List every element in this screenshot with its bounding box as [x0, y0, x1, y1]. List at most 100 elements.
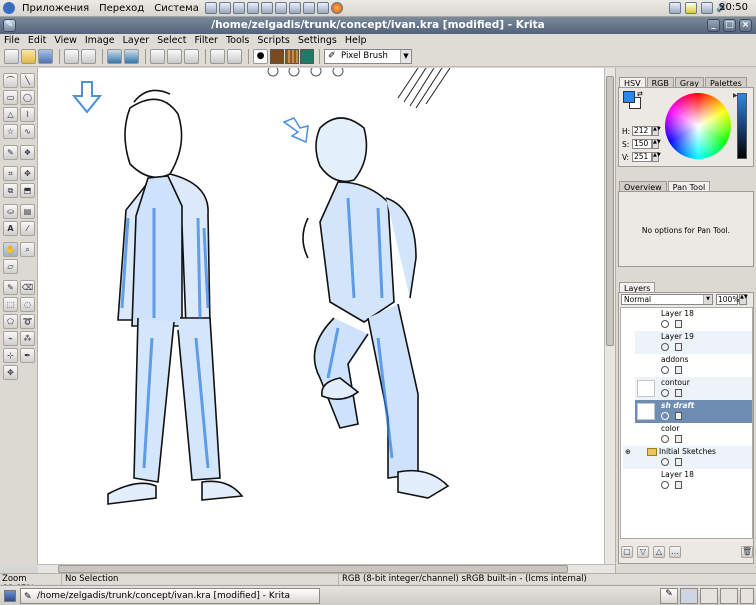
- h-input[interactable]: 212: [632, 126, 652, 136]
- select-polygon-tool-icon[interactable]: ⬠: [3, 314, 18, 329]
- open-document-icon[interactable]: [21, 49, 36, 64]
- brush-tool-icon[interactable]: ✎: [3, 145, 18, 160]
- opacity-stepper[interactable]: ▲▼: [739, 294, 748, 305]
- undo-icon[interactable]: [107, 49, 122, 64]
- select-similar-tool-icon[interactable]: ⁂: [20, 331, 35, 346]
- layer-lock-icon[interactable]: [675, 435, 682, 443]
- minimize-button[interactable]: _: [707, 19, 720, 32]
- color-picker-tool-icon[interactable]: ⁄: [20, 221, 35, 236]
- zoom-in-icon[interactable]: [210, 49, 225, 64]
- paste-icon[interactable]: [184, 49, 199, 64]
- move-layer-up-icon[interactable]: △: [653, 546, 665, 558]
- new-document-icon[interactable]: [4, 49, 19, 64]
- menu-settings[interactable]: Settings: [294, 35, 341, 46]
- delete-layer-icon[interactable]: 🗑: [741, 546, 753, 558]
- tray-mail-icon[interactable]: [701, 2, 713, 14]
- layer-lock-icon[interactable]: [675, 412, 682, 420]
- move-layer-down-icon[interactable]: ▽: [637, 546, 649, 558]
- print-preview-icon[interactable]: [81, 49, 96, 64]
- layer-lock-icon[interactable]: [675, 343, 682, 351]
- foreground-color-swatch[interactable]: [270, 49, 284, 64]
- menu-select[interactable]: Select: [153, 35, 190, 46]
- layer-visibility-icon[interactable]: [661, 343, 669, 351]
- layer-lock-icon[interactable]: [675, 389, 682, 397]
- value-slider-handle-icon[interactable]: ▶: [733, 92, 738, 99]
- menu-scripts[interactable]: Scripts: [253, 35, 294, 46]
- workspace-1[interactable]: [680, 588, 698, 604]
- cut-icon[interactable]: [150, 49, 165, 64]
- v-input[interactable]: 251: [632, 152, 652, 162]
- menu-file[interactable]: File: [0, 35, 24, 46]
- select-ellipse-tool-icon[interactable]: ◌: [20, 297, 35, 312]
- launcher-image-icon[interactable]: [232, 2, 245, 14]
- pan-tool-icon[interactable]: ✋: [3, 242, 18, 257]
- layer-visibility-icon[interactable]: [661, 435, 669, 443]
- select-eraser-tool-icon[interactable]: ⌫: [20, 280, 35, 295]
- menu-image[interactable]: Image: [81, 35, 119, 46]
- drawing-canvas[interactable]: [38, 68, 604, 564]
- measure-tool-icon[interactable]: ▱: [3, 259, 18, 274]
- layer-row[interactable]: Layer 19: [635, 331, 752, 354]
- workspace-3[interactable]: [720, 588, 738, 604]
- tray-network-icon[interactable]: [669, 2, 681, 14]
- layer-row[interactable]: color: [635, 423, 752, 446]
- taskbar-pager-icon[interactable]: ✎: [660, 588, 678, 604]
- vertical-scrollbar[interactable]: [604, 68, 615, 564]
- menu-layer[interactable]: Layer: [119, 35, 154, 46]
- brush-shape-icon[interactable]: ●: [253, 49, 268, 64]
- layer-lock-icon[interactable]: [675, 320, 682, 328]
- launcher-terminal-icon[interactable]: [204, 2, 217, 14]
- expand-group-icon[interactable]: ⊕: [625, 448, 631, 456]
- perspective-tool-icon[interactable]: ⬒: [20, 183, 35, 198]
- distro-logo-icon[interactable]: [3, 2, 15, 14]
- polygon-tool-icon[interactable]: △: [3, 107, 18, 122]
- duplicate-tool-icon[interactable]: ❖: [20, 145, 35, 160]
- zoom-tool-icon[interactable]: ⌕: [20, 242, 35, 257]
- layer-visibility-icon[interactable]: [661, 320, 669, 328]
- clock[interactable]: 20:50: [719, 2, 748, 13]
- h-stepper[interactable]: ▲▼: [652, 126, 661, 136]
- hue-saturation-wheel[interactable]: [665, 93, 731, 159]
- launcher-graphics-icon[interactable]: [260, 2, 273, 14]
- fill-tool-icon[interactable]: ⛀: [3, 204, 18, 219]
- layer-row[interactable]: Layer 18: [635, 308, 752, 331]
- launcher-paint-icon[interactable]: [246, 2, 259, 14]
- workspace-2[interactable]: [700, 588, 718, 604]
- taskbar-window-button[interactable]: ✎ /home/zelgadis/trunk/concept/ivan.kra …: [20, 588, 320, 604]
- brush-preset-select[interactable]: ✐ Pixel Brush ▼: [324, 49, 412, 64]
- launcher-video-icon[interactable]: [288, 2, 301, 14]
- select-rectangle-tool-icon[interactable]: ⬚: [3, 297, 18, 312]
- copy-icon[interactable]: [167, 49, 182, 64]
- s-stepper[interactable]: ▲▼: [652, 139, 661, 149]
- move-tool-icon[interactable]: ✥: [20, 166, 35, 181]
- chevron-down-icon[interactable]: ▼: [703, 295, 712, 304]
- launcher-firefox-icon[interactable]: [330, 2, 343, 14]
- close-button[interactable]: ×: [739, 19, 752, 32]
- layer-visibility-icon[interactable]: [661, 389, 669, 397]
- layer-visibility-icon[interactable]: [661, 458, 669, 466]
- gradient-tool-icon[interactable]: ▤: [20, 204, 35, 219]
- opacity-input[interactable]: 100%: [716, 294, 739, 305]
- tray-notes-icon[interactable]: [685, 2, 697, 14]
- text-tool-icon[interactable]: A: [3, 221, 18, 236]
- launcher-text-editor-icon[interactable]: [218, 2, 231, 14]
- system-menu-system[interactable]: Система: [149, 3, 204, 14]
- crop-tool-icon[interactable]: ⌗: [3, 166, 18, 181]
- select-contiguous-tool-icon[interactable]: ⌁: [3, 331, 18, 346]
- layer-row[interactable]: addons: [635, 354, 752, 377]
- launcher-files-icon[interactable]: [274, 2, 287, 14]
- freehand-path-tool-icon[interactable]: ⌒: [3, 73, 18, 88]
- redo-icon[interactable]: [124, 49, 139, 64]
- move-selection-tool-icon[interactable]: ✥: [3, 365, 18, 380]
- horizontal-scrollbar[interactable]: [38, 564, 615, 573]
- system-menu-places[interactable]: Переход: [94, 3, 149, 14]
- layer-properties-icon[interactable]: …: [669, 546, 681, 558]
- bezier-tool-icon[interactable]: ∿: [20, 124, 35, 139]
- menu-edit[interactable]: Edit: [24, 35, 50, 46]
- window-menu-icon[interactable]: ✎: [3, 19, 16, 32]
- print-icon[interactable]: [64, 49, 79, 64]
- v-stepper[interactable]: ▲▼: [652, 152, 661, 162]
- line-tool-icon[interactable]: ╲: [20, 73, 35, 88]
- vertical-scrollbar-thumb[interactable]: [606, 76, 614, 346]
- blend-mode-select[interactable]: Normal ▼: [621, 294, 713, 305]
